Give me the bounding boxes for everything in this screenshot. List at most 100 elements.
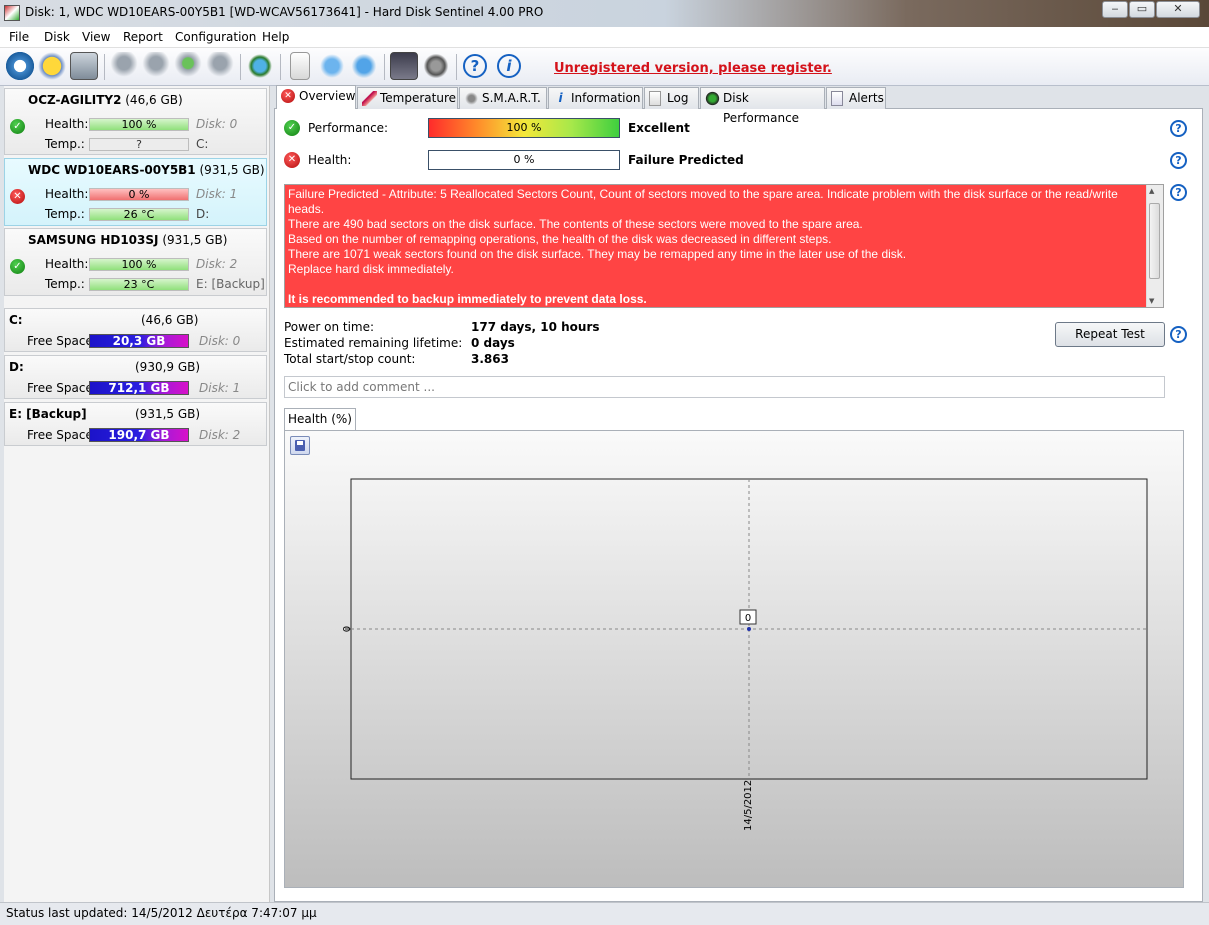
disk-test-icon[interactable]	[110, 52, 138, 80]
temp-bar: ?	[89, 138, 189, 151]
app-icon	[4, 5, 20, 21]
temp-bar: 23 °C	[89, 278, 189, 291]
disk-size: (46,6 GB)	[125, 93, 183, 107]
info-icon: i	[558, 91, 563, 105]
tab-disk-performance[interactable]: Disk Performance	[700, 87, 825, 125]
refresh-icon[interactable]	[6, 52, 34, 80]
health-label: Health:	[45, 187, 89, 201]
health-status: Failure Predicted	[628, 153, 744, 167]
status-ok-icon: ✓	[10, 119, 25, 134]
power-on-value: 177 days, 10 hours	[471, 320, 600, 334]
volume-size: (930,9 GB)	[135, 360, 201, 374]
help-icon[interactable]: ?	[1170, 120, 1187, 137]
menu-report[interactable]: Report	[123, 30, 163, 44]
repeat-test-button[interactable]: Repeat Test	[1055, 322, 1165, 347]
volume-name: E: [Backup]	[9, 407, 87, 421]
tab-log[interactable]: Log	[644, 87, 699, 109]
menu-help[interactable]: Help	[262, 30, 289, 44]
help-icon[interactable]: ?	[1170, 326, 1187, 343]
help-icon[interactable]: ?	[1170, 152, 1187, 169]
status-error-icon: ✕	[10, 189, 25, 204]
globe-icon[interactable]	[246, 52, 274, 80]
free-space-bar: 190,7 GB	[89, 428, 189, 442]
minimize-button[interactable]: ‒	[1102, 1, 1128, 18]
power-on-label: Power on time:	[284, 320, 375, 334]
menu-configuration[interactable]: Configuration	[175, 30, 256, 44]
drive-letter: C:	[196, 137, 209, 151]
performance-label: Performance:	[308, 121, 389, 135]
free-space-label: Free Space	[27, 428, 93, 442]
performance-ok-icon: ✓	[284, 120, 300, 136]
send-report-icon[interactable]	[318, 52, 346, 80]
point-label: 0	[745, 613, 751, 624]
temp-label: Temp.:	[45, 277, 85, 291]
health-bar: 100 %	[89, 258, 189, 271]
scrollbar[interactable]: ▲ ▼	[1146, 185, 1163, 307]
status-ok-icon: ✓	[10, 259, 25, 274]
performance-bar: 100 %	[428, 118, 620, 138]
thermometer-icon	[362, 91, 377, 106]
warning-icon[interactable]	[38, 52, 66, 80]
startstop-value: 3.863	[471, 352, 509, 366]
error-icon: ✕	[281, 89, 295, 103]
log-icon	[649, 91, 661, 106]
health-description-text: Failure Predicted - Attribute: 5 Realloc…	[285, 185, 1147, 307]
tab-overview[interactable]: ✕ Overview	[276, 85, 356, 109]
tab-temperature[interactable]: Temperature	[357, 87, 458, 109]
comment-input[interactable]: Click to add comment ...	[284, 376, 1165, 398]
tab-health-chart[interactable]: Health (%)	[284, 408, 356, 431]
maximize-button[interactable]: ▭	[1129, 1, 1155, 18]
disk-icon[interactable]	[70, 52, 98, 80]
smart-icon	[464, 91, 479, 106]
volume-item-0[interactable]: C: (46,6 GB) Free Space 20,3 GB Disk: 0	[4, 308, 267, 352]
disk-check-icon[interactable]	[174, 52, 202, 80]
help-icon[interactable]: ?	[1170, 184, 1187, 201]
drive-letter: E: [Backup]	[196, 277, 265, 291]
temp-label: Temp.:	[45, 137, 85, 151]
disk-erase-icon[interactable]	[206, 52, 234, 80]
data-point	[747, 627, 751, 631]
temp-bar: 26 °C	[89, 208, 189, 221]
health-bar: 100 %	[89, 118, 189, 131]
tab-smart[interactable]: S.M.A.R.T.	[459, 87, 547, 109]
free-space-label: Free Space	[27, 381, 93, 395]
disk-item-1[interactable]: WDC WD10EARS-00Y5B1 (931,5 GB) ✕ Health:…	[4, 158, 267, 226]
lifetime-value: 0 days	[471, 336, 515, 350]
health-chart-panel: 0 0 14/5/2012	[284, 430, 1184, 888]
help-icon[interactable]: ?	[463, 54, 487, 78]
volume-size: (931,5 GB)	[135, 407, 201, 421]
health-bar: 0 %	[89, 188, 189, 201]
alerts-icon	[831, 91, 843, 106]
tab-alerts[interactable]: Alerts	[826, 87, 886, 109]
health-description-box[interactable]: Failure Predicted - Attribute: 5 Realloc…	[284, 184, 1164, 308]
disk-size: (931,5 GB)	[199, 163, 265, 177]
volume-item-1[interactable]: D: (930,9 GB) Free Space 712,1 GB Disk: …	[4, 355, 267, 399]
sound-icon[interactable]	[422, 52, 450, 80]
y-tick-label: 0	[340, 626, 351, 632]
settings-icon[interactable]	[390, 52, 418, 80]
tab-information[interactable]: i Information	[548, 87, 643, 109]
disk-item-2[interactable]: SAMSUNG HD103SJ (931,5 GB) ✓ Health: 100…	[4, 228, 267, 296]
web-report-icon[interactable]	[350, 52, 378, 80]
volume-size: (46,6 GB)	[141, 313, 199, 327]
menu-file[interactable]: File	[9, 30, 29, 44]
about-icon[interactable]: i	[497, 54, 521, 78]
volume-name: C:	[9, 313, 23, 327]
disk-size: (931,5 GB)	[162, 233, 228, 247]
disk-number: Disk: 0	[199, 334, 241, 348]
menu-disk[interactable]: Disk	[44, 30, 70, 44]
volume-item-2[interactable]: E: [Backup] (931,5 GB) Free Space 190,7 …	[4, 402, 267, 446]
status-bar: Status last updated: 14/5/2012 Δευτέρα 7…	[0, 902, 1209, 925]
menu-view[interactable]: View	[82, 30, 110, 44]
disk-item-0[interactable]: OCZ-AGILITY2 (46,6 GB) ✓ Health: 100 % D…	[4, 88, 267, 155]
disk-number: Disk: 0	[196, 117, 238, 131]
status-text: Status last updated: 14/5/2012 Δευτέρα 7…	[6, 906, 317, 920]
health-label: Health:	[308, 153, 352, 167]
close-button[interactable]: ✕	[1156, 1, 1200, 18]
disk-surface-icon[interactable]	[142, 52, 170, 80]
register-link[interactable]: Unregistered version, please register.	[554, 61, 832, 76]
performance-status: Excellent	[628, 121, 690, 135]
report-icon[interactable]	[290, 52, 310, 80]
drive-letter: D:	[196, 207, 210, 221]
window-title: Disk: 1, WDC WD10EARS-00Y5B1 [WD-WCAV561…	[25, 5, 544, 19]
